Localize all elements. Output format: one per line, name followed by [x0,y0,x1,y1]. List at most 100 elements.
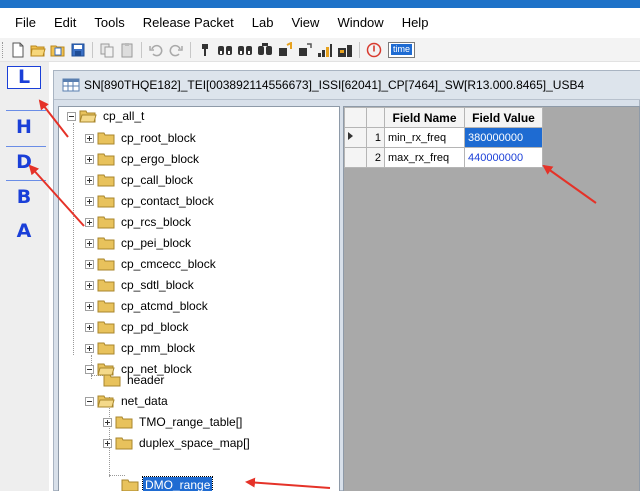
expand-icon[interactable] [85,343,94,353]
device-alt-icon[interactable] [296,41,314,59]
tree-node-block[interactable]: cp_atcmd_block [85,296,210,316]
tree-node-block[interactable]: cp_contact_block [85,191,216,211]
folder-icon [115,437,133,450]
rail-tab-d[interactable]: D [4,151,44,173]
tree-label: cp_sdtl_block [121,278,194,292]
tree-view[interactable]: cp_all_t cp_root_block cp_ergo_block cp_ca… [58,106,340,491]
table-row[interactable]: 2 max_rx_freq 440000000 [344,147,543,168]
table-row[interactable]: 1 min_rx_freq 380000000 [344,127,543,148]
collapse-icon[interactable] [85,364,94,374]
binoculars-icon[interactable] [216,41,234,59]
rail-tab-h[interactable]: H [4,116,44,138]
expand-icon[interactable] [85,175,94,185]
menu-window[interactable]: Window [328,8,392,38]
folder-icon [97,279,115,292]
folder-icon [97,216,115,229]
time-field[interactable]: time [388,41,416,58]
row-header[interactable] [344,147,367,168]
stop-icon[interactable] [365,41,383,59]
toolbar-grip[interactable] [2,41,5,58]
rail-tab-b[interactable]: B [4,186,44,208]
open-folder-icon[interactable] [29,41,47,59]
binoculars-next-icon[interactable] [236,41,254,59]
open-recent-icon[interactable] [49,41,67,59]
copy-icon[interactable] [98,41,116,59]
folder-icon [97,342,115,355]
tree-node-block[interactable]: cp_pd_block [85,317,190,337]
current-row-indicator[interactable] [344,127,367,148]
signal-alt-icon[interactable] [336,41,354,59]
left-rail: L H D B A [0,62,49,491]
field-value-cell[interactable]: 440000000 [464,147,543,168]
expand-icon[interactable] [85,259,94,269]
field-grid-pane[interactable]: Field Name Field Value 1 min_rx_freq 380… [343,106,640,491]
device-icon[interactable] [276,41,294,59]
redo-icon[interactable] [167,41,185,59]
expand-icon[interactable] [85,238,94,248]
tree-node-block[interactable]: cp_call_block [85,170,195,190]
expand-icon[interactable] [85,133,94,143]
menu-help[interactable]: Help [393,8,438,38]
menu-tools[interactable]: Tools [85,8,133,38]
menu-bar: File Edit Tools Release Packet Lab View … [0,8,640,38]
tree-node-net-data[interactable]: net_data [85,391,170,411]
rail-divider [6,146,46,147]
toolbar-separator [359,41,360,58]
folder-icon [103,374,121,387]
folder-icon [115,416,133,429]
field-value-cell[interactable]: 380000000 [464,127,543,148]
tree-node-block[interactable]: cp_root_block [85,128,198,148]
tree-node-block[interactable]: cp_cmcecc_block [85,254,218,274]
toolbar-separator [92,41,93,58]
collapse-icon[interactable] [67,111,76,121]
expand-icon[interactable] [85,280,94,290]
rail-tab-a[interactable]: A [4,220,44,242]
undo-icon[interactable] [147,41,165,59]
tree-node-duplex-space-map[interactable]: duplex_space_map[] [103,433,252,453]
tree-node-block[interactable]: cp_pei_block [85,233,193,253]
menu-release-packet[interactable]: Release Packet [134,8,243,38]
row-number: 1 [366,127,385,148]
tree-node-block[interactable]: cp_ergo_block [85,149,201,169]
document-window: SN[890THQE182]_TEI[003892114556673]_ISSI… [53,70,640,491]
new-file-icon[interactable] [9,41,27,59]
tree-node-block[interactable]: cp_rcs_block [85,212,193,232]
expand-icon[interactable] [85,322,94,332]
binoculars-all-icon[interactable] [256,41,274,59]
tree-node-root[interactable]: cp_all_t [67,107,146,126]
grid-corner[interactable] [344,107,367,128]
tree-node-block[interactable]: cp_mm_block [85,338,197,358]
rail-tab-l[interactable]: L [7,66,41,89]
signal-icon[interactable] [316,41,334,59]
field-name-cell[interactable]: max_rx_freq [384,147,465,168]
tree-node-block[interactable]: cp_sdtl_block [85,275,196,295]
expand-icon[interactable] [85,196,94,206]
expand-icon[interactable] [103,438,112,448]
toolbar-separator [190,41,191,58]
paste-icon[interactable] [118,41,136,59]
tree-node-dmo-range[interactable]: DMO_range [121,475,214,491]
menu-lab[interactable]: Lab [243,8,283,38]
save-icon[interactable] [69,41,87,59]
tree-label: TMO_range_table[] [139,415,243,429]
menu-file[interactable]: File [6,8,45,38]
tree-label: header [127,373,165,387]
tree-node-header[interactable]: header [103,370,166,390]
collapse-icon[interactable] [85,396,94,406]
tree-node-tmo-range-table[interactable]: TMO_range_table[] [103,412,244,432]
expand-icon[interactable] [85,154,94,164]
menu-edit[interactable]: Edit [45,8,85,38]
expand-icon[interactable] [85,217,94,227]
tree-label: cp_all_t [103,109,145,123]
folder-icon [97,195,115,208]
pin-icon[interactable] [196,41,214,59]
field-name-cell[interactable]: min_rx_freq [384,127,465,148]
column-header-field-name[interactable]: Field Name [384,107,465,128]
menu-view[interactable]: View [282,8,328,38]
expand-icon[interactable] [103,417,112,427]
window-title: SN[890THQE182]_TEI[003892114556673]_ISSI… [84,78,585,92]
expand-icon[interactable] [85,301,94,311]
column-header-field-value[interactable]: Field Value [464,107,543,128]
row-pointer-icon [348,132,353,140]
tree-label: cp_ergo_block [121,152,200,166]
